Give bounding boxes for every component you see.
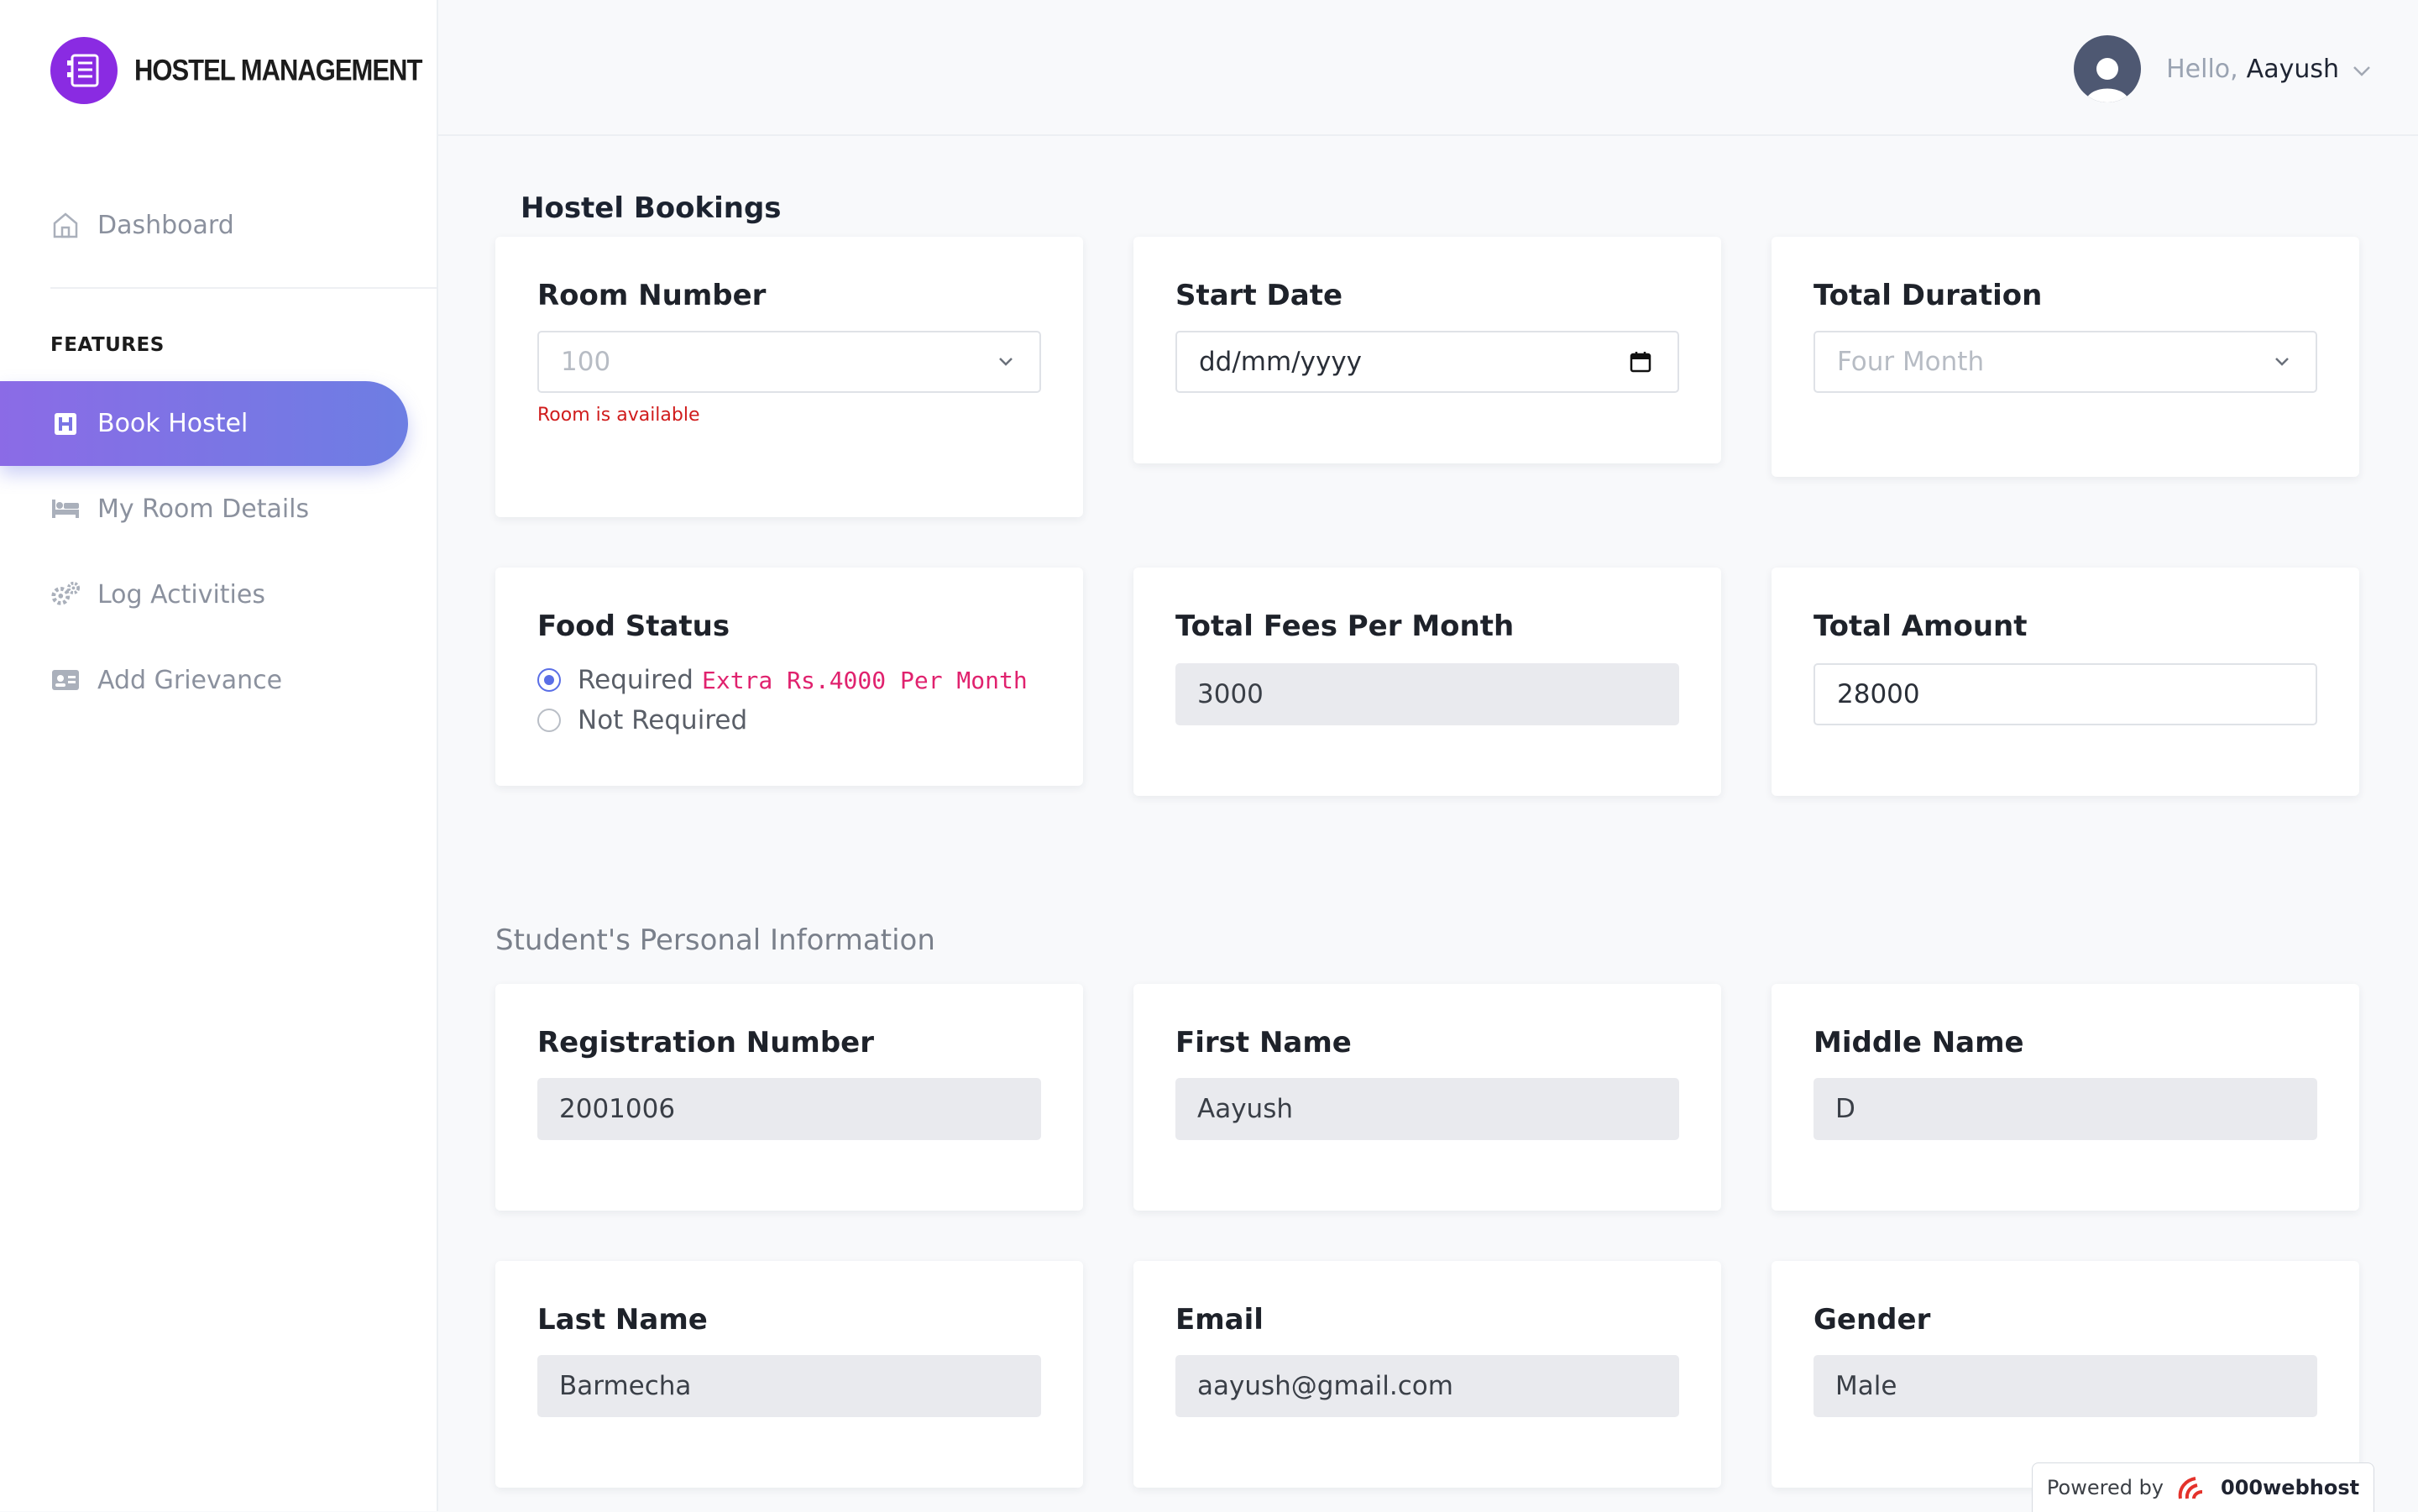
top-bar: Hello, Aayush — [438, 0, 2418, 136]
fees-per-month-label: Total Fees Per Month — [1175, 610, 1515, 643]
total-amount-card: Total Amount 28000 — [1772, 568, 2359, 796]
features-heading: FEATURES — [50, 334, 165, 356]
middle-name-card: Middle Name D — [1772, 984, 2359, 1211]
food-status-card: Food Status Required Extra Rs.4000 Per M… — [495, 568, 1083, 786]
sidebar-item-label: Dashboard — [97, 210, 234, 240]
total-amount-label: Total Amount — [1814, 610, 2028, 643]
powered-by-badge[interactable]: Powered by 000webhost — [2032, 1462, 2374, 1512]
first-name-card: First Name Aayush — [1133, 984, 1721, 1211]
avatar — [2074, 35, 2142, 102]
id-card-icon — [50, 665, 81, 695]
total-duration-value: Four Month — [1837, 347, 1985, 377]
webhost-brand: 000webhost — [2221, 1476, 2360, 1499]
food-not-required-radio[interactable] — [537, 709, 561, 732]
sidebar-item-label: Book Hostel — [97, 409, 249, 438]
chevron-down-icon — [2353, 55, 2371, 84]
food-not-required-option[interactable]: Not Required — [537, 705, 747, 735]
sidebar-item-book-hostel[interactable]: Book Hostel — [0, 381, 408, 466]
registration-label: Registration Number — [537, 1026, 874, 1059]
room-number-value: 100 — [561, 347, 611, 377]
total-amount-field[interactable]: 28000 — [1814, 663, 2317, 725]
last-name-card: Last Name Barmecha — [495, 1261, 1083, 1488]
hostel-h-icon — [50, 409, 81, 439]
sidebar-item-my-room-details[interactable]: My Room Details — [50, 494, 309, 524]
calendar-icon[interactable] — [1629, 332, 1652, 391]
gears-icon — [50, 579, 81, 610]
bed-icon — [50, 494, 81, 524]
sidebar-item-label: Log Activities — [97, 579, 265, 610]
registration-field[interactable]: 2001006 — [537, 1078, 1041, 1140]
room-number-label: Room Number — [537, 279, 767, 312]
app-title: HOSTEL MANAGEMENT — [134, 53, 422, 87]
greeting-text: Hello, — [2166, 54, 2238, 84]
middle-name-field[interactable]: D — [1814, 1078, 2317, 1140]
room-number-card: Room Number 100 Room is available — [495, 237, 1083, 517]
webhost-logo-icon — [2175, 1473, 2209, 1502]
email-label: Email — [1175, 1303, 1264, 1337]
app-logo[interactable]: HOSTEL MANAGEMENT — [50, 37, 422, 104]
first-name-field[interactable]: Aayush — [1175, 1078, 1679, 1140]
fees-per-month-card: Total Fees Per Month 3000 — [1133, 568, 1721, 796]
total-duration-card: Total Duration Four Month — [1772, 237, 2359, 477]
sidebar-item-dashboard[interactable]: Dashboard — [50, 210, 234, 240]
user-name: Aayush — [2246, 54, 2339, 84]
room-number-select[interactable]: 100 — [537, 331, 1041, 393]
home-icon — [50, 210, 81, 240]
fees-per-month-field[interactable]: 3000 — [1175, 663, 1679, 725]
start-date-placeholder: dd/mm/yyyy — [1199, 347, 1363, 377]
hostel-bookings-title: Hostel Bookings — [521, 191, 782, 225]
gender-card: Gender Male — [1772, 1261, 2359, 1488]
personal-info-title: Student's Personal Information — [495, 923, 935, 957]
first-name-label: First Name — [1175, 1026, 1352, 1059]
powered-by-text: Powered by — [2046, 1476, 2164, 1499]
last-name-label: Last Name — [537, 1303, 708, 1337]
email-card: Email aayush@gmail.com — [1133, 1261, 1721, 1488]
hostel-logo-icon — [50, 37, 118, 104]
total-duration-label: Total Duration — [1814, 279, 2043, 312]
start-date-card: Start Date dd/mm/yyyy — [1133, 237, 1721, 463]
food-not-required-label: Not Required — [578, 705, 748, 735]
total-duration-select[interactable]: Four Month — [1814, 331, 2317, 393]
food-extra-charge: Extra Rs.4000 Per Month — [701, 666, 1028, 694]
room-availability-hint: Room is available — [537, 405, 700, 426]
last-name-field[interactable]: Barmecha — [537, 1355, 1041, 1417]
chevron-down-icon — [997, 332, 1014, 391]
registration-card: Registration Number 2001006 — [495, 984, 1083, 1211]
sidebar-divider — [50, 287, 437, 289]
sidebar: HOSTEL MANAGEMENT Dashboard FEATURES Boo… — [0, 0, 438, 1511]
start-date-input[interactable]: dd/mm/yyyy — [1175, 331, 1679, 393]
food-status-label: Food Status — [537, 610, 730, 643]
start-date-label: Start Date — [1175, 279, 1343, 312]
chevron-down-icon — [2274, 332, 2290, 391]
sidebar-item-label: Add Grievance — [97, 665, 283, 695]
gender-label: Gender — [1814, 1303, 1931, 1337]
user-menu[interactable]: Hello, Aayush — [2074, 35, 2371, 102]
food-required-option[interactable]: Required Extra Rs.4000 Per Month — [537, 665, 1028, 695]
gender-field[interactable]: Male — [1814, 1355, 2317, 1417]
email-field[interactable]: aayush@gmail.com — [1175, 1355, 1679, 1417]
middle-name-label: Middle Name — [1814, 1026, 2024, 1059]
food-required-label: Required — [578, 665, 693, 695]
sidebar-item-label: My Room Details — [97, 494, 310, 524]
sidebar-item-log-activities[interactable]: Log Activities — [50, 579, 265, 610]
food-required-radio[interactable] — [537, 668, 561, 692]
sidebar-item-add-grievance[interactable]: Add Grievance — [50, 665, 282, 695]
